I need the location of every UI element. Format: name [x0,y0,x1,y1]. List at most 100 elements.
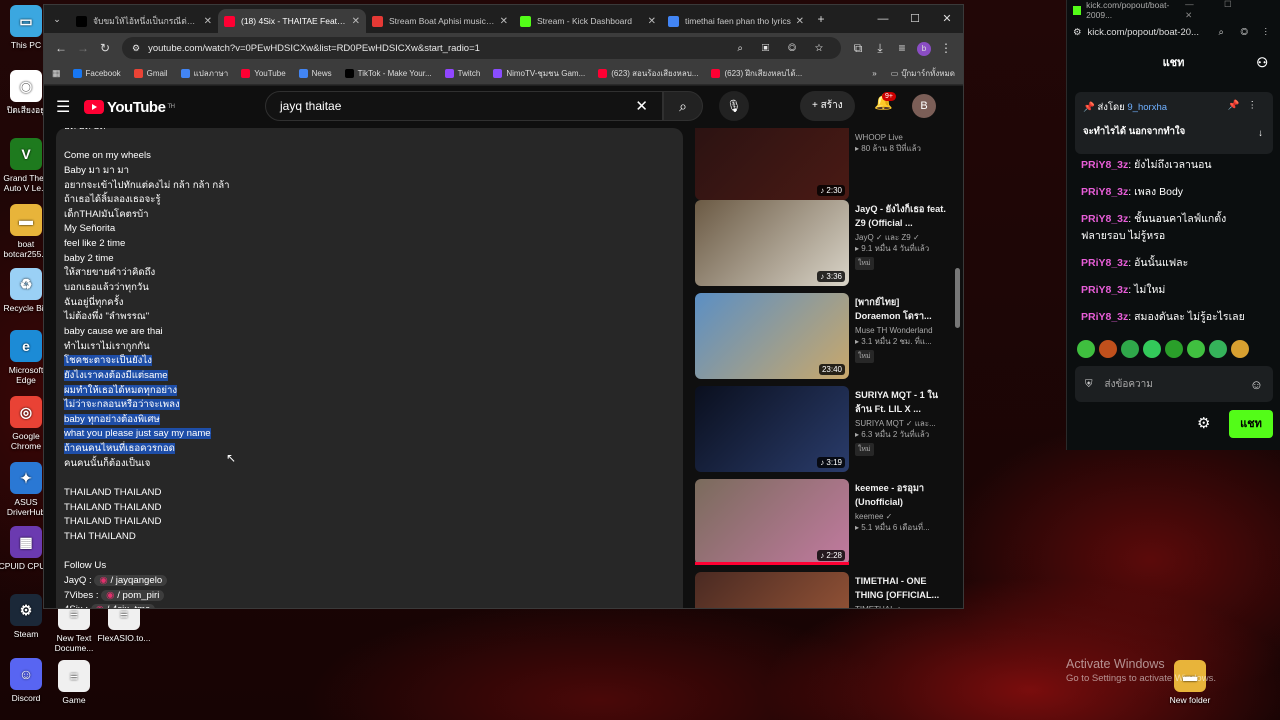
bookmark-item[interactable]: Gmail [133,67,168,80]
video-channel[interactable]: Muse TH Wonderland [855,325,947,336]
related-video[interactable]: 23:40 [พากย์ไทย] Doraemon โดรา... Muse TH … [695,293,951,379]
chat-input[interactable]: ⛨ ส่งข้อความ ☺ [1075,366,1273,402]
maximize-icon[interactable]: ☐ [899,5,931,33]
bookmark-item[interactable]: News [298,67,332,80]
related-video[interactable]: ♪ 2:30 produced by ... WHOOP Live▸ 80 ล้าน… [695,128,951,200]
shield-icon[interactable]: ⛨ [1085,379,1093,390]
video-title[interactable]: [พากย์ไทย] Doraemon โดรา... [855,295,947,323]
related-video[interactable]: TIMETHAI - ONE THING [OFFICIAL... TIMETHA… [695,572,951,608]
tab-close-icon[interactable]: ✕ [352,16,360,27]
chat-username[interactable]: PRiY8_3z [1081,311,1128,323]
emote-icon[interactable] [1165,340,1183,358]
tab-close-icon[interactable]: ✕ [796,16,804,27]
tab-4[interactable]: Stream - Kick Dashboard ✕ [514,9,662,33]
avatar[interactable]: B [912,94,936,118]
site-info-icon[interactable]: ⚙ [132,43,140,54]
bookmark-item[interactable]: Twitch [444,67,480,80]
emote-icon[interactable] [1077,340,1095,358]
follow-link[interactable]: ◉ / pom_piri [101,589,165,601]
reload-icon[interactable]: ↻ [94,41,116,55]
apps-icon[interactable]: ▦ [52,68,61,79]
video-title[interactable]: TIMETHAI - ONE THING [OFFICIAL... [855,574,947,602]
collapse-arrow-icon[interactable]: ↓ [1258,128,1263,139]
tab-2[interactable]: (18) 4Six - THAITAE Feat. 7Vib... ✕ [218,9,366,33]
follow-link[interactable]: ◉ / 4six_tmc [90,604,155,608]
new-tab-button[interactable]: + [810,12,832,26]
pinned-user[interactable]: 9_horxha [1127,102,1167,113]
download-icon[interactable]: ⤓ [869,41,891,56]
create-button[interactable]: + สร้าง [800,91,855,121]
emoji-icon[interactable]: ☺ [1250,377,1263,392]
tab-close-icon[interactable]: ✕ [500,16,508,27]
emote-icon[interactable] [1187,340,1205,358]
site-info-icon[interactable]: ⚙ [1073,27,1082,38]
scrollbar-thumb[interactable] [955,268,960,328]
video-channel[interactable]: WHOOP Live [855,132,947,143]
bookmark-item[interactable]: NimoTV-ชุมชน Gam... [493,67,585,80]
video-title[interactable]: JayQ - ยังไงก็เธอ feat. Z9 (Official ... [855,202,947,230]
tab-5[interactable]: timethai faen phan tho lyrics ✕ [662,9,810,33]
voice-search-button[interactable]: 🎙 [719,91,749,121]
emote-icon[interactable] [1209,340,1227,358]
related-video[interactable]: ♪ 3:19 SURIYA MQT - 1 ใน ล้าน Ft. LIL X .… [695,386,951,472]
chat-username[interactable]: PRiY8_3z [1081,159,1128,171]
extensions-icon[interactable]: ⧉ [847,41,869,56]
chat-username[interactable]: PRiY8_3z [1081,213,1128,225]
kick-address-bar[interactable]: ⚙ kick.com/popout/boat-20... ⌕ ◎ ⋮ [1067,20,1280,44]
tab-3[interactable]: Stream Boat Aphisi music | Li... ✕ [366,9,514,33]
kick-window-controls[interactable]: — ☐ ✕ [1185,0,1274,21]
emote-icon[interactable] [1143,340,1161,358]
tab-close-icon[interactable]: ✕ [648,16,656,27]
profile-icon[interactable]: b [913,40,935,56]
follow-name: 7Vibes : [64,589,99,601]
chat-users-icon[interactable]: ⚇ [1256,44,1268,82]
tab-close-icon[interactable]: ✕ [204,16,212,27]
tab-search-icon[interactable]: ⌄ [44,14,70,25]
video-channel[interactable]: TIMETHAI ✓ [855,604,947,608]
address-bar[interactable]: ⚙ youtube.com/watch?v=0PEwHDSICXw&list=R… [122,37,841,59]
related-video[interactable]: ♪ 2:28 keemee - อรอุมา (Unofficial) keemee… [695,479,951,565]
back-icon[interactable]: ← [50,41,72,55]
video-channel[interactable]: JayQ ✓ และ Z9 ✓ [855,232,947,243]
bookmark-item[interactable]: YouTube [241,67,286,80]
menu-icon[interactable]: ⋮ [935,41,957,55]
chat-settings-gear-icon[interactable]: ⚙ [1197,414,1210,432]
minimize-icon[interactable]: — [867,5,899,33]
youtube-logo[interactable]: YouTube TH [84,99,175,116]
pin-actions-icons[interactable]: 📌⋮ [1228,100,1265,111]
bookmark-item[interactable]: Facebook [72,67,121,80]
search-input[interactable]: jayq thaitae ✕ [265,91,663,121]
bookmarks-more-icon[interactable]: » [872,69,876,78]
clear-search-icon[interactable]: ✕ [635,97,648,115]
related-video[interactable]: ♪ 3:36 JayQ - ยังไงก็เธอ feat. Z9 (Offici… [695,200,951,286]
bookmark-item[interactable]: (623) ฝึกเสียงหลบได้... [711,67,802,80]
video-thumbnail[interactable] [695,572,849,608]
hamburger-menu-icon[interactable]: ☰ [56,97,84,117]
bookmark-item[interactable]: แปลภาษา [180,67,228,80]
chat-username[interactable]: PRiY8_3z [1081,257,1128,269]
video-title[interactable]: produced by ... [855,128,947,130]
video-title[interactable]: SURIYA MQT - 1 ใน ล้าน Ft. LIL X ... [855,388,947,416]
desktop-icon[interactable]: ≡ Game [46,660,102,705]
bookmark-item[interactable]: (623) สอนร้องเสียงหลบ... [598,67,698,80]
chat-username[interactable]: PRiY8_3z [1081,186,1128,198]
bookmarks-folder[interactable]: ▭ บุ๊กมาร์กทั้งหมด [891,67,955,80]
close-icon[interactable]: ✕ [931,5,963,33]
emote-icon[interactable] [1231,340,1249,358]
chat-username[interactable]: PRiY8_3z [1081,284,1128,296]
address-actions-icons[interactable]: ⌕ ▣ ◎ ☆ [737,43,831,54]
forward-icon[interactable]: → [72,41,94,55]
video-title[interactable]: keemee - อรอุมา (Unofficial) [855,481,947,509]
emote-icon[interactable] [1121,340,1139,358]
video-channel[interactable]: keemee ✓ [855,511,947,522]
kick-address-icons[interactable]: ⌕ ◎ ⋮ [1219,27,1275,38]
tab-1[interactable]: จับขมให้ไอ้หนึ่งเป็นกรณีต่อสำหรับคุณ ✕ [70,9,218,33]
reading-list-icon[interactable]: ≡ [891,41,913,55]
video-channel[interactable]: SURIYA MQT ✓ และ... [855,418,947,429]
send-chat-button[interactable]: แชท [1229,410,1273,438]
bookmark-item[interactable]: TikTok - Make Your... [344,67,432,80]
search-button[interactable]: ⌕ [663,91,703,121]
follow-link[interactable]: ◉ / jayqangelo [94,574,168,586]
page-scrollbar[interactable] [954,128,962,608]
emote-icon[interactable] [1099,340,1117,358]
